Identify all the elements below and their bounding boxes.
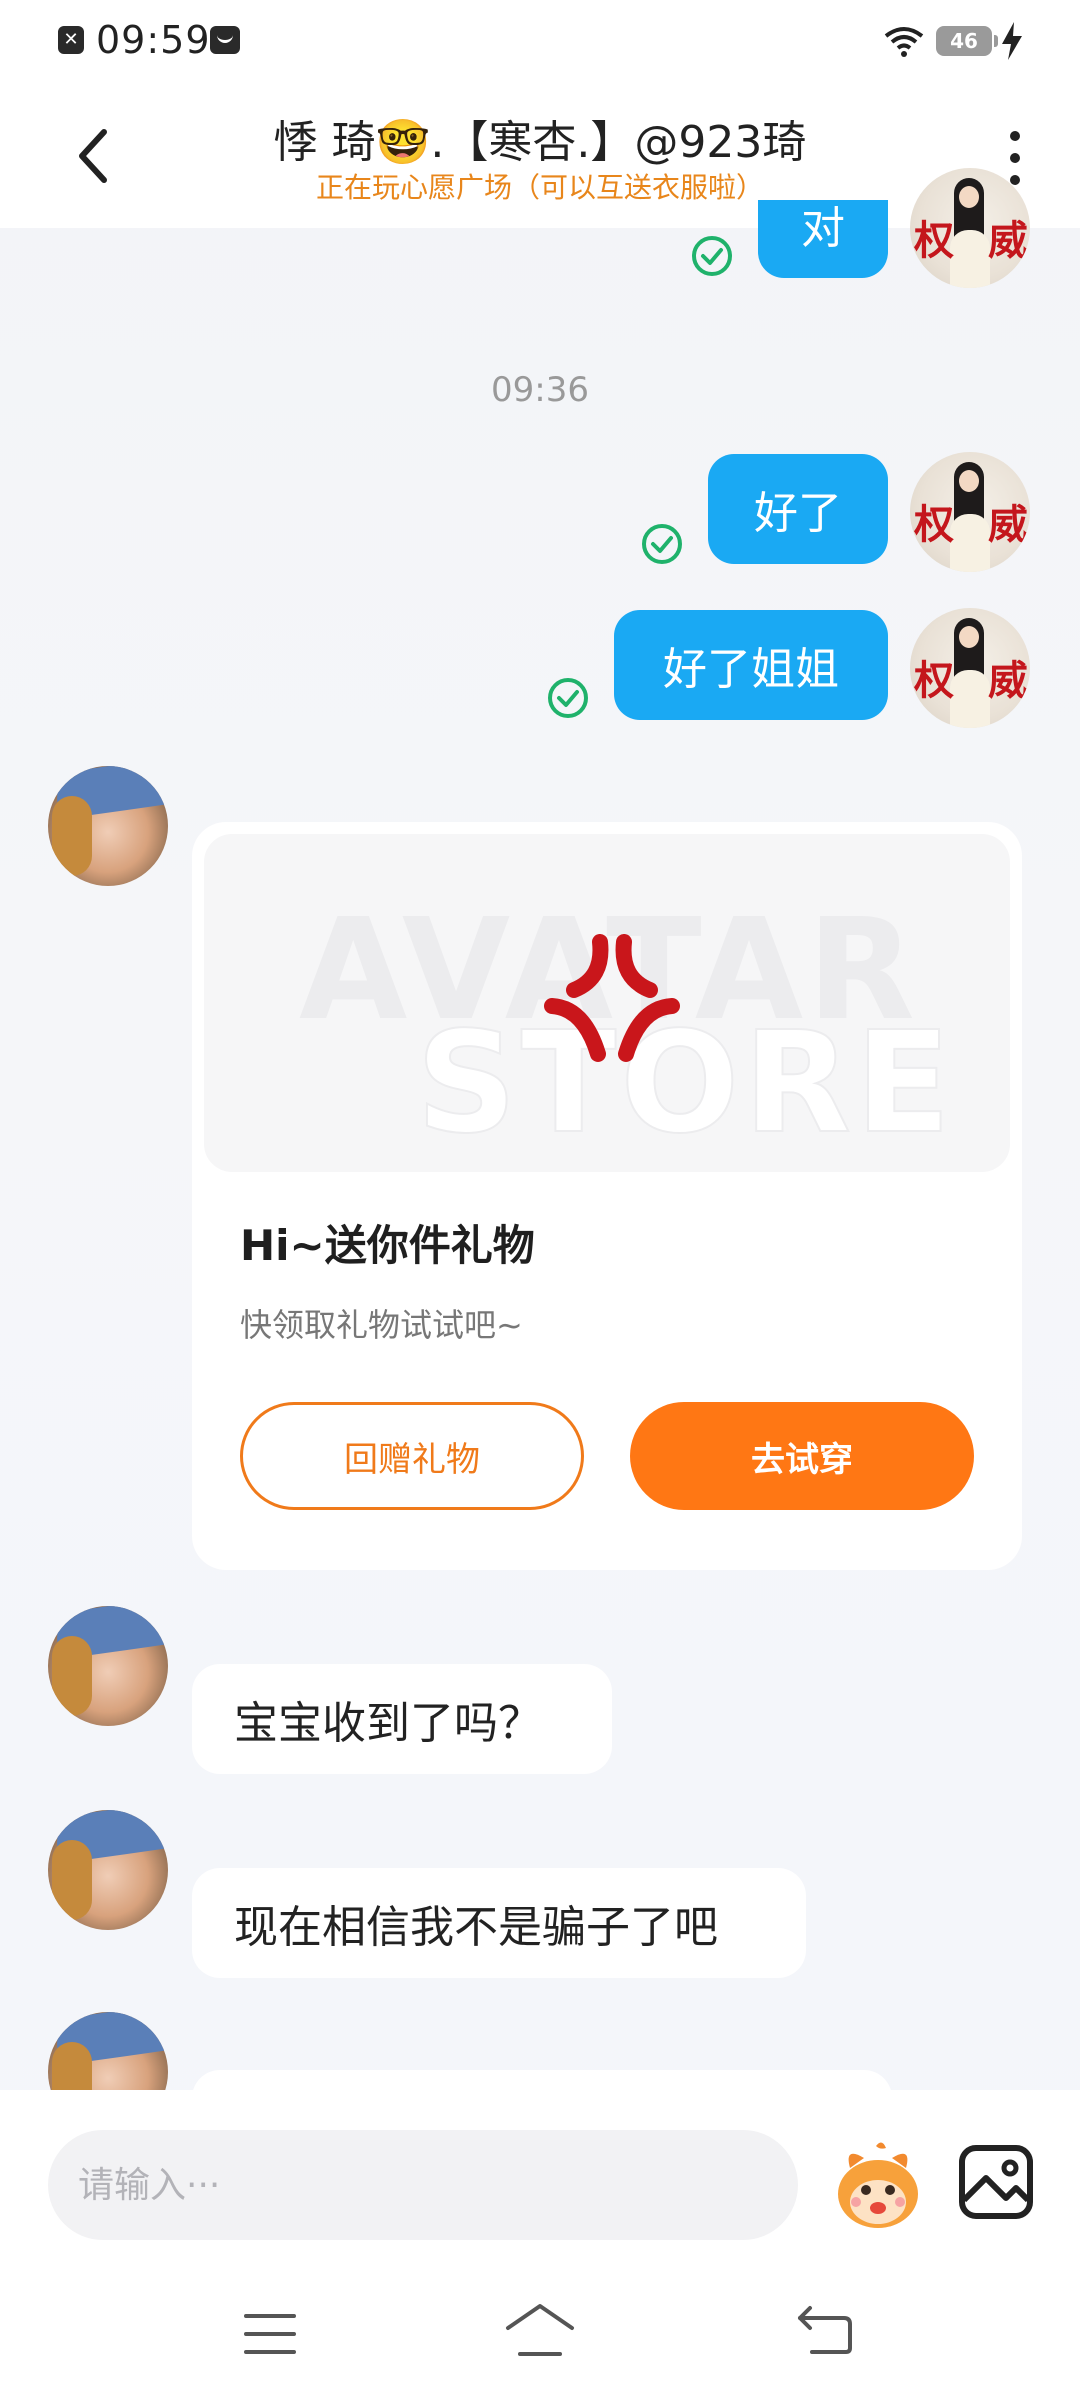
input-bar — [0, 2090, 1080, 2270]
check-icon — [548, 678, 588, 718]
message-bubble-outgoing[interactable]: 好了 — [708, 454, 888, 564]
sticker-icon[interactable] — [830, 2138, 926, 2234]
message-text: 好了 — [754, 488, 842, 539]
wifi-icon — [884, 27, 924, 57]
gift-card[interactable]: AVATAR STORE Hi~送你件礼物 快领取礼物试试吧~ 回赠礼物 去试穿 — [192, 822, 1022, 1570]
chat-title: 悸 琦🤓.【寒杏.】@923琦 — [273, 117, 807, 168]
self-avatar[interactable]: 权 威 — [910, 452, 1030, 572]
gift-description: 快领取礼物试试吧~ — [240, 1306, 523, 1344]
message-bubble-outgoing[interactable]: 对 — [758, 200, 888, 278]
contact-avatar[interactable] — [48, 1606, 168, 1726]
self-avatar[interactable]: 权 威 — [910, 608, 1030, 728]
system-nav-bar — [0, 2270, 1080, 2400]
message-text: 好了姐姐 — [663, 644, 839, 695]
try-on-button[interactable]: 去试穿 — [630, 1402, 974, 1510]
check-icon — [642, 524, 682, 564]
message-notification-icon — [210, 26, 240, 54]
image-icon[interactable] — [956, 2142, 1036, 2222]
message-bubble-incoming[interactable]: 宝宝收到了吗？ — [192, 1664, 612, 1774]
anger-icon — [544, 934, 680, 1062]
message-text: 宝宝收到了吗？ — [234, 1698, 542, 1749]
check-icon — [692, 236, 732, 276]
charging-icon — [1002, 22, 1022, 60]
self-avatar[interactable]: 权 威 — [910, 168, 1030, 288]
message-timestamp: 09:36 — [491, 370, 589, 410]
gift-banner: AVATAR STORE — [204, 834, 1010, 1172]
watermark-text: STORE — [415, 1001, 955, 1166]
back-icon[interactable] — [70, 124, 114, 188]
nav-home-icon[interactable] — [504, 2300, 576, 2360]
return-gift-button[interactable]: 回赠礼物 — [240, 1402, 584, 1510]
nav-back-icon[interactable] — [792, 2302, 856, 2358]
battery-icon: 46 — [936, 26, 998, 56]
status-bar: ✕ 09:59 46 — [0, 0, 1080, 84]
message-input[interactable] — [48, 2130, 798, 2240]
message-bubble-incoming[interactable]: 现在相信我不是骗子了吧 — [192, 1868, 806, 1978]
gift-title: Hi~送你件礼物 — [240, 1221, 535, 1270]
message-text: 现在相信我不是骗子了吧 — [234, 1902, 718, 1953]
nav-menu-icon[interactable] — [240, 2306, 300, 2362]
contact-avatar[interactable] — [48, 766, 168, 886]
status-time: 09:59 — [96, 18, 211, 62]
notification-close-icon: ✕ — [58, 26, 84, 54]
message-bubble-outgoing[interactable]: 好了姐姐 — [614, 610, 888, 720]
contact-avatar[interactable] — [48, 1810, 168, 1930]
message-text: 对 — [801, 203, 845, 254]
